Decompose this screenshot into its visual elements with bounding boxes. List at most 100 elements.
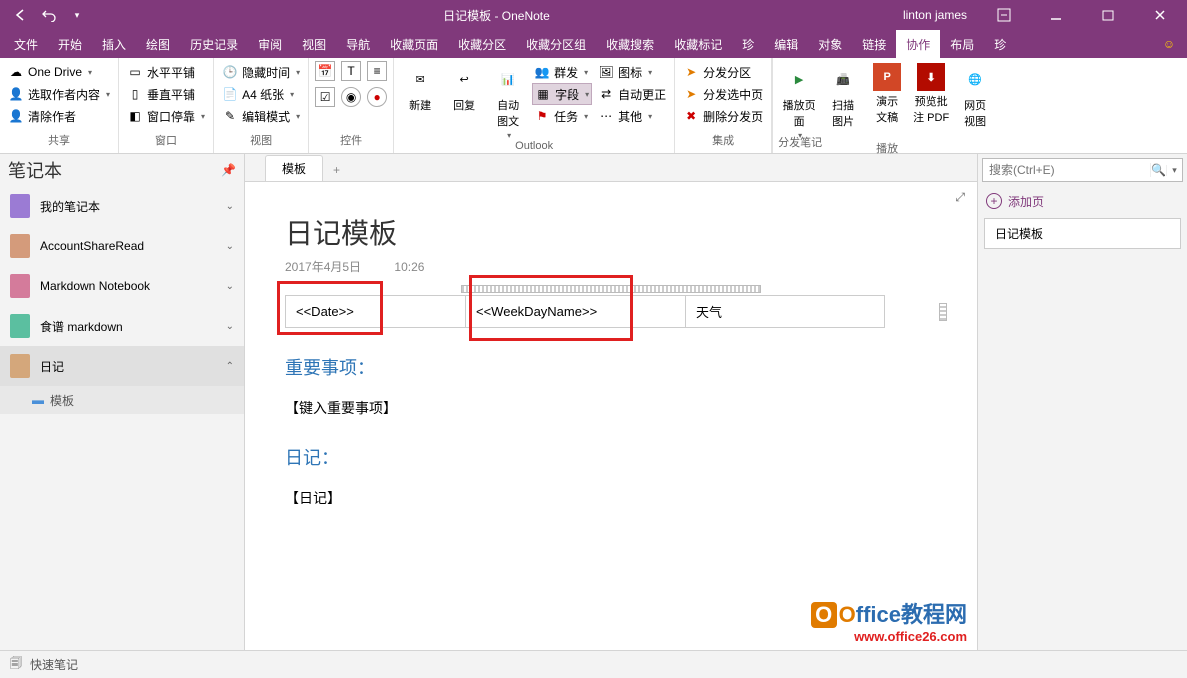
smiley-icon[interactable]: ☺: [1155, 30, 1183, 58]
tab-layout[interactable]: 布局: [940, 30, 984, 58]
tab-file[interactable]: 文件: [4, 30, 48, 58]
tab-favsection[interactable]: 收藏分区: [448, 30, 516, 58]
scan-button[interactable]: 📠扫描 图片: [823, 61, 863, 129]
icon-button[interactable]: 🖼图标: [596, 61, 668, 83]
back-button[interactable]: [8, 2, 34, 28]
field-button[interactable]: ▦字段: [532, 83, 592, 105]
add-section-button[interactable]: +: [325, 159, 348, 181]
group-share-label: 共享: [6, 132, 112, 150]
page-list-item[interactable]: 日记模板: [984, 218, 1181, 249]
table-handle[interactable]: [461, 285, 761, 293]
tab-history[interactable]: 历史记录: [180, 30, 248, 58]
group-outlook-label: Outlook: [400, 140, 668, 154]
undo-button[interactable]: [36, 2, 62, 28]
close-button[interactable]: [1137, 0, 1183, 30]
tab-review[interactable]: 审阅: [248, 30, 292, 58]
pin-icon[interactable]: 📌: [221, 163, 236, 177]
dist-selected-button[interactable]: ➤分发选中页: [681, 83, 765, 105]
quicknotes-icon[interactable]: 🗐: [10, 654, 22, 675]
tab-link[interactable]: 链接: [852, 30, 896, 58]
clear-author-button[interactable]: 👤清除作者: [6, 105, 112, 127]
tab-favtag[interactable]: 收藏标记: [664, 30, 732, 58]
tab-favsearch[interactable]: 收藏搜索: [596, 30, 664, 58]
onedrive-button[interactable]: ☁One Drive: [6, 61, 112, 83]
fullscreen-icon[interactable]: ⤢: [955, 190, 965, 205]
plus-icon: +: [986, 193, 1002, 209]
edit-mode-button[interactable]: ✎编辑模式: [220, 105, 302, 127]
quicknotes-label[interactable]: 快速笔记: [30, 656, 78, 673]
tab-favgroup[interactable]: 收藏分区组: [516, 30, 596, 58]
dist-section-button[interactable]: ➤分发分区: [681, 61, 765, 83]
search-dropdown-icon[interactable]: ▾: [1166, 165, 1182, 176]
search-box[interactable]: 🔍 ▾: [982, 158, 1183, 182]
search-icon[interactable]: 🔍: [1150, 163, 1166, 177]
tab-zhen1[interactable]: 珍: [732, 30, 764, 58]
window-title: 日记模板 - OneNote: [90, 7, 903, 24]
tab-nav[interactable]: 导航: [336, 30, 380, 58]
other-button[interactable]: ⋯其他: [596, 105, 668, 127]
checkbox-control-icon[interactable]: ☑: [315, 87, 335, 107]
group-window-label: 窗口: [125, 132, 207, 150]
clock-icon: 🕒: [222, 64, 238, 80]
minimize-button[interactable]: [1033, 0, 1079, 30]
table-cell-weather[interactable]: 天气: [686, 296, 885, 328]
tab-collab[interactable]: 协作: [896, 30, 940, 58]
tab-object[interactable]: 对象: [808, 30, 852, 58]
notebook-item-active[interactable]: 日记⌃: [0, 346, 244, 386]
tab-home[interactable]: 开始: [48, 30, 92, 58]
delete-icon: ✖: [683, 108, 699, 124]
group-send-button[interactable]: 👥群发: [532, 61, 592, 83]
table-cell-date[interactable]: <<Date>>: [286, 296, 466, 328]
maximize-button[interactable]: [1085, 0, 1131, 30]
search-input[interactable]: [983, 163, 1150, 177]
page-time[interactable]: 10:26: [394, 260, 424, 274]
section-tab-active[interactable]: 模板: [265, 155, 323, 181]
hide-time-button[interactable]: 🕒隐藏时间: [220, 61, 302, 83]
task-button[interactable]: ⚑任务: [532, 105, 592, 127]
ppt-button[interactable]: P演示 文稿: [867, 61, 907, 125]
heading-important[interactable]: 重要事项：: [285, 354, 937, 380]
auto-chart-button[interactable]: 📊自动 图文: [488, 61, 528, 140]
autocorrect-button[interactable]: ⇄自动更正: [596, 83, 668, 105]
tab-view[interactable]: 视图: [292, 30, 336, 58]
select-author-button[interactable]: 👤选取作者内容: [6, 83, 112, 105]
section-item[interactable]: ▬模板: [0, 386, 244, 414]
text-control-icon[interactable]: T: [341, 61, 361, 81]
field-table[interactable]: <<Date>> <<WeekDayName>> 天气: [285, 295, 885, 328]
tab-insert[interactable]: 插入: [92, 30, 136, 58]
pdf-button[interactable]: ⬇预览批 注 PDF: [911, 61, 951, 125]
notebook-item[interactable]: Markdown Notebook⌄: [0, 266, 244, 306]
table-cell-weekday[interactable]: <<WeekDayName>>: [466, 296, 686, 328]
page-title[interactable]: 日记模板: [285, 212, 937, 252]
page-date[interactable]: 2017年4月5日: [285, 260, 361, 274]
user-name[interactable]: linton james: [903, 8, 967, 22]
notebook-item[interactable]: 我的笔记本⌄: [0, 186, 244, 226]
notebook-item[interactable]: AccountShareRead⌄: [0, 226, 244, 266]
table-grip[interactable]: [939, 303, 947, 321]
notebook-item[interactable]: 食谱 markdown⌄: [0, 306, 244, 346]
reply-button[interactable]: ↩回复: [444, 61, 484, 113]
tab-edit[interactable]: 编辑: [764, 30, 808, 58]
tab-draw[interactable]: 绘图: [136, 30, 180, 58]
calendar-control-icon[interactable]: 📅: [315, 61, 335, 81]
ribbon-options-button[interactable]: [981, 0, 1027, 30]
a4-button[interactable]: 📄A4 纸张: [220, 83, 302, 105]
heading-diary[interactable]: 日记：: [285, 444, 937, 470]
qat-customize-button[interactable]: ▾: [64, 2, 90, 28]
form-control-icon[interactable]: ≡: [367, 61, 387, 81]
del-dist-button[interactable]: ✖删除分发页: [681, 105, 765, 127]
web-view-button[interactable]: 🌐网页 视图: [955, 61, 995, 129]
tab-favpage[interactable]: 收藏页面: [380, 30, 448, 58]
v-tile-button[interactable]: ▯垂直平铺: [125, 83, 207, 105]
play-page-button[interactable]: ▶播放页 面: [779, 61, 819, 140]
radio-control-icon[interactable]: ◉: [341, 87, 361, 107]
tab-zhen2[interactable]: 珍: [984, 30, 1016, 58]
add-page-button[interactable]: + 添加页: [978, 186, 1187, 216]
body-diary[interactable]: 【日记】: [285, 488, 937, 508]
body-important[interactable]: 【键入重要事项】: [285, 398, 937, 418]
page-canvas[interactable]: ⤢ 日记模板 2017年4月5日 10:26 <<Date>> <<WeekDa…: [245, 182, 977, 650]
dock-button[interactable]: ◧窗口停靠: [125, 105, 207, 127]
record-control-icon[interactable]: ●: [367, 87, 387, 107]
h-tile-button[interactable]: ▭水平平铺: [125, 61, 207, 83]
new-mail-button[interactable]: ✉新建: [400, 61, 440, 113]
